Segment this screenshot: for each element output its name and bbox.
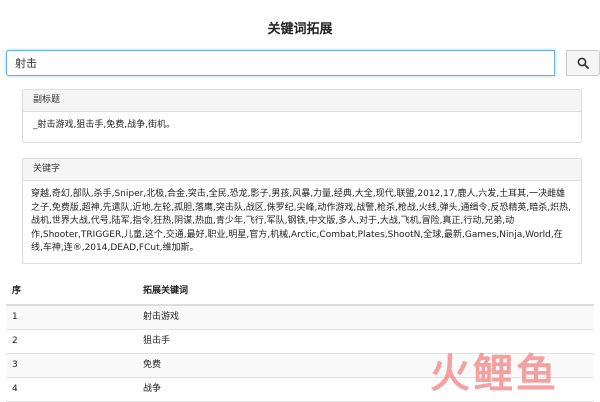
keywords-panel-content: 穿越,奇幻,部队,杀手,Sniper,北极,合金,突击,全民,恐龙,影子,男孩,… xyxy=(31,189,571,253)
search-button[interactable] xyxy=(566,50,600,76)
search-input[interactable] xyxy=(6,50,555,76)
row-index: 4 xyxy=(12,384,18,394)
row-index: 1 xyxy=(12,312,18,322)
row-keyword: 免费 xyxy=(143,360,162,370)
watermark-logo: 火鲤鱼 xyxy=(430,351,559,397)
subtitle-panel-heading: 副标题 xyxy=(23,90,581,112)
search-icon xyxy=(577,54,589,73)
subtitle-panel-content: _射击游戏,狙击手,免费,战争,街机。 xyxy=(33,120,175,130)
keywords-panel-heading: 关键字 xyxy=(23,159,581,181)
column-header-index: 序 xyxy=(12,286,22,296)
table-row: 1 射击游戏 xyxy=(6,306,594,330)
search-bar xyxy=(6,50,600,76)
row-index: 3 xyxy=(12,360,18,370)
keywords-panel: 关键字 穿越,奇幻,部队,杀手,Sniper,北极,合金,突击,全民,恐龙,影子… xyxy=(22,158,582,264)
row-keyword: 狙击手 xyxy=(143,336,171,346)
subtitle-panel: 副标题 _射击游戏,狙击手,免费,战争,街机。 xyxy=(22,89,582,143)
table-header-row: 序 拓展关键词 xyxy=(6,280,594,306)
row-index: 2 xyxy=(12,336,18,346)
row-keyword: 射击游戏 xyxy=(143,312,180,322)
row-keyword: 战争 xyxy=(143,384,162,394)
column-header-keyword: 拓展关键词 xyxy=(143,286,189,296)
page-title: 关键词拓展 xyxy=(267,22,333,37)
